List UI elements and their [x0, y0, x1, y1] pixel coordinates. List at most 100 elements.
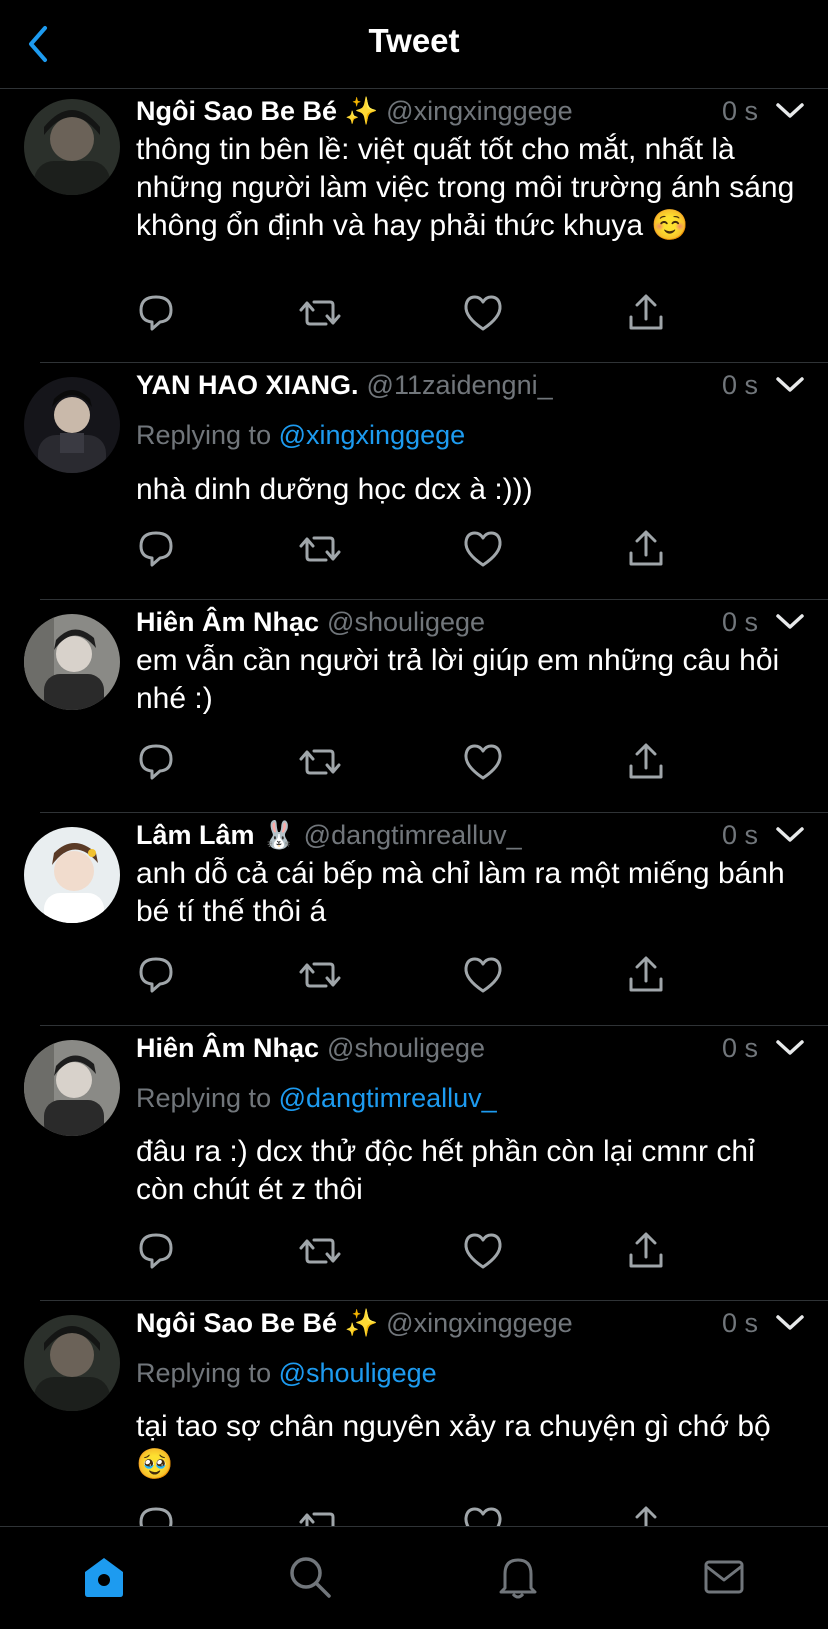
- tweet-item[interactable]: YAN HAO XIANG. @11zaidengni_ 0 s Replying…: [0, 363, 828, 600]
- display-name[interactable]: Ngôi Sao Be Bé ✨: [136, 96, 378, 126]
- tweet-item[interactable]: Ngôi Sao Be Bé ✨ @xingxinggege 0 s Replyi…: [0, 1301, 828, 1526]
- heart-button[interactable]: [461, 291, 505, 335]
- top-nav-bar: Tweet: [0, 0, 828, 89]
- user-handle[interactable]: @shouligege: [327, 1033, 485, 1063]
- share-button[interactable]: [624, 527, 668, 571]
- replying-to-label: Replying to: [136, 420, 272, 450]
- share-icon: [629, 294, 663, 330]
- replying-to: Replying to @shouligege: [136, 1353, 437, 1393]
- tab-messages[interactable]: [696, 1549, 752, 1605]
- avatar[interactable]: [24, 377, 120, 473]
- chevron-down-icon[interactable]: [772, 604, 808, 640]
- user-handle[interactable]: @dangtimrealluv_: [304, 820, 522, 850]
- user-handle[interactable]: @xingxinggege: [386, 96, 573, 126]
- retweet-icon: [299, 962, 341, 988]
- timestamp: 0 s: [721, 1308, 758, 1338]
- page-title: Tweet: [368, 22, 460, 59]
- retweet-button[interactable]: [298, 1503, 342, 1526]
- heart-button[interactable]: [461, 527, 505, 571]
- retweet-button[interactable]: [298, 953, 342, 997]
- share-icon: [629, 1232, 663, 1268]
- tweet-actions: [136, 1229, 696, 1273]
- mention-link[interactable]: @dangtimrealluv_: [279, 1083, 497, 1113]
- display-name[interactable]: Ngôi Sao Be Bé ✨: [136, 1308, 378, 1338]
- avatar[interactable]: [24, 1315, 120, 1411]
- chevron-down-icon[interactable]: [772, 817, 808, 853]
- share-button[interactable]: [624, 953, 668, 997]
- home-icon: [85, 1558, 123, 1597]
- avatar[interactable]: [24, 1040, 120, 1136]
- mention-link[interactable]: @xingxinggege: [279, 420, 466, 450]
- chevron-down-icon[interactable]: [772, 367, 808, 403]
- user-handle[interactable]: @shouligege: [327, 607, 485, 637]
- retweet-icon: [299, 536, 341, 562]
- tweet-text: em vẫn cần người trả lời giúp em những c…: [136, 644, 780, 715]
- reply-icon: [139, 957, 173, 993]
- share-icon: [635, 1506, 657, 1526]
- display-name[interactable]: Lâm Lâm 🐰: [136, 820, 296, 850]
- avatar[interactable]: [24, 827, 120, 923]
- display-name[interactable]: YAN HAO XIANG.: [136, 370, 359, 400]
- share-icon: [629, 956, 663, 992]
- replying-to: Replying to @xingxinggege: [136, 415, 465, 455]
- timestamp: 0 s: [721, 820, 758, 850]
- reply-button[interactable]: [136, 1229, 180, 1273]
- heart-icon: [464, 957, 502, 993]
- tweet-text: tại tao sợ chân nguyên xảy ra chuyện gì …: [136, 1410, 771, 1481]
- tab-home[interactable]: [76, 1549, 132, 1605]
- tweet-item[interactable]: Ngôi Sao Be Bé ✨ @xingxinggege 0 s thông …: [0, 89, 828, 363]
- retweet-button[interactable]: [298, 527, 342, 571]
- chevron-down-icon[interactable]: [772, 1305, 808, 1341]
- heart-button[interactable]: [461, 953, 505, 997]
- timestamp: 0 s: [721, 96, 758, 126]
- chevron-down-icon[interactable]: [772, 93, 808, 129]
- share-icon: [629, 530, 663, 566]
- reply-button[interactable]: [136, 291, 180, 335]
- tweet-item[interactable]: Hiên Âm Nhạc @shouligege 0 s em vẫn cần n…: [0, 600, 828, 813]
- reply-button[interactable]: [136, 527, 180, 571]
- avatar[interactable]: [24, 614, 120, 710]
- heart-icon: [464, 295, 502, 331]
- share-icon: [629, 743, 663, 779]
- share-button[interactable]: [624, 291, 668, 335]
- heart-icon: [464, 1507, 502, 1526]
- share-button[interactable]: [624, 1503, 668, 1526]
- reply-button[interactable]: [136, 953, 180, 997]
- retweet-button[interactable]: [298, 1229, 342, 1273]
- tweet-text: thông tin bên lề: việt quất tốt cho mắt,…: [136, 133, 795, 242]
- heart-button[interactable]: [461, 740, 505, 784]
- replying-to-label: Replying to: [136, 1358, 272, 1388]
- tweet-actions: [136, 740, 696, 784]
- chevron-down-icon[interactable]: [772, 1030, 808, 1066]
- reply-button[interactable]: [136, 740, 180, 784]
- retweet-button[interactable]: [298, 291, 342, 335]
- tweet-text: nhà dinh dưỡng học dcx à :))): [136, 473, 533, 506]
- avatar[interactable]: [24, 99, 120, 195]
- retweet-icon: [299, 1238, 341, 1264]
- tab-notifications[interactable]: [490, 1549, 546, 1605]
- display-name[interactable]: Hiên Âm Nhạc: [136, 1033, 319, 1063]
- share-button[interactable]: [624, 1229, 668, 1273]
- tweet-actions: [136, 953, 696, 997]
- retweet-icon: [299, 300, 341, 326]
- replying-to: Replying to @dangtimrealluv_: [136, 1078, 497, 1118]
- user-handle[interactable]: @11zaidengni_: [367, 370, 553, 400]
- reply-button[interactable]: [136, 1503, 180, 1526]
- heart-button[interactable]: [461, 1503, 505, 1526]
- mention-link[interactable]: @shouligege: [279, 1358, 437, 1388]
- tweet-thread[interactable]: Ngôi Sao Be Bé ✨ @xingxinggege 0 s thông …: [0, 89, 828, 1526]
- share-button[interactable]: [624, 740, 668, 784]
- replying-to-label: Replying to: [136, 1083, 272, 1113]
- timestamp: 0 s: [721, 1033, 758, 1063]
- tab-search[interactable]: [282, 1549, 338, 1605]
- reply-icon: [139, 1233, 173, 1269]
- search-icon: [290, 1557, 331, 1598]
- reply-icon: [139, 1507, 173, 1526]
- tweet-item[interactable]: Hiên Âm Nhạc @shouligege 0 s Replying to …: [0, 1026, 828, 1301]
- heart-button[interactable]: [461, 1229, 505, 1273]
- tweet-item[interactable]: Lâm Lâm 🐰 @dangtimrealluv_ 0 s anh dỗ cả …: [0, 813, 828, 1026]
- display-name[interactable]: Hiên Âm Nhạc: [136, 607, 319, 637]
- retweet-button[interactable]: [298, 740, 342, 784]
- bell-icon: [499, 1558, 537, 1599]
- user-handle[interactable]: @xingxinggege: [386, 1308, 573, 1338]
